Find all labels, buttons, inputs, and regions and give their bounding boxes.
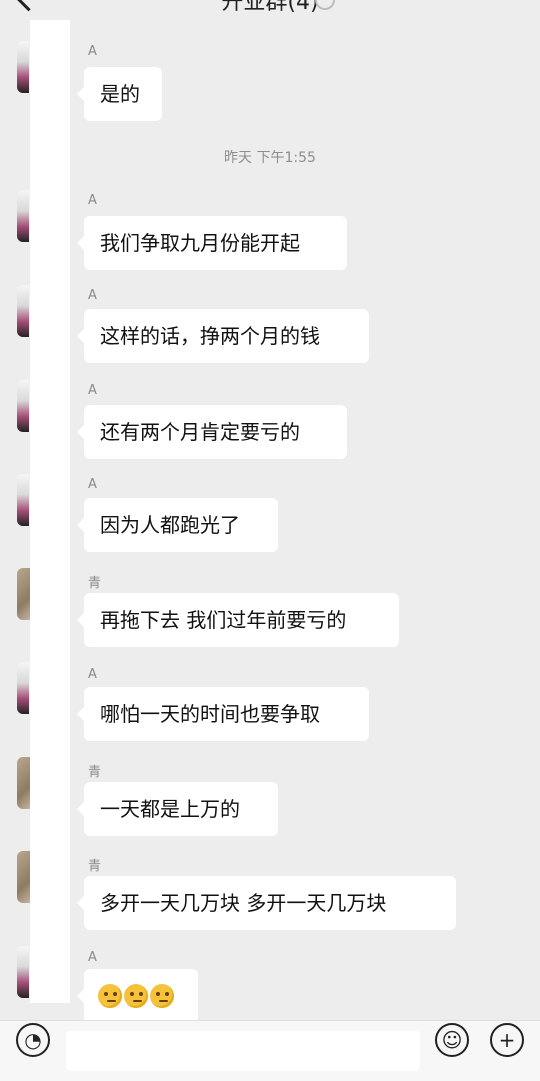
sender-name: 青 — [88, 765, 102, 780]
message-input[interactable] — [66, 1031, 420, 1071]
thinking-face-icon — [124, 984, 148, 1008]
voice-icon[interactable]: ◔ — [16, 1023, 50, 1057]
sender-name: A — [88, 477, 97, 492]
sender-name: A — [88, 288, 97, 303]
emoji-icon[interactable]: ☺ — [435, 1023, 469, 1057]
sender-name: A — [88, 44, 97, 59]
message-bubble[interactable]: 一天都是上万的 — [77, 782, 278, 836]
message-bubble[interactable]: 因为人都跑光了 — [77, 498, 278, 552]
sender-name: A — [88, 383, 97, 398]
sender-name: A — [88, 193, 97, 208]
thinking-face-icon — [150, 984, 174, 1008]
sender-name: A — [88, 667, 97, 682]
chat-title: 开业群(4) — [221, 0, 319, 15]
message-bubble[interactable]: 多开一天几万块 多开一天几万块 — [77, 876, 456, 930]
plus-icon[interactable]: + — [490, 1023, 524, 1057]
message-bubble[interactable]: 还有两个月肯定要亏的 — [77, 405, 347, 459]
redaction-block — [30, 20, 70, 1003]
message-bubble[interactable]: 哪怕一天的时间也要争取 — [77, 687, 369, 741]
message-bubble[interactable]: 再拖下去 我们过年前要亏的 — [77, 593, 399, 647]
timestamp: 昨天 下午1:55 — [224, 150, 316, 166]
sender-name: 青 — [88, 859, 102, 874]
message-bubble[interactable] — [77, 969, 198, 1023]
chat-header: 开业群(4) — [0, 0, 540, 22]
message-bubble[interactable]: 这样的话，挣两个月的钱 — [77, 309, 369, 363]
sender-name: 青 — [88, 576, 102, 591]
sender-name: A — [88, 950, 97, 965]
message-bubble[interactable]: 我们争取九月份能开起 — [77, 216, 347, 270]
message-bubble[interactable]: 是的 — [77, 67, 162, 121]
thinking-face-icon — [98, 984, 122, 1008]
